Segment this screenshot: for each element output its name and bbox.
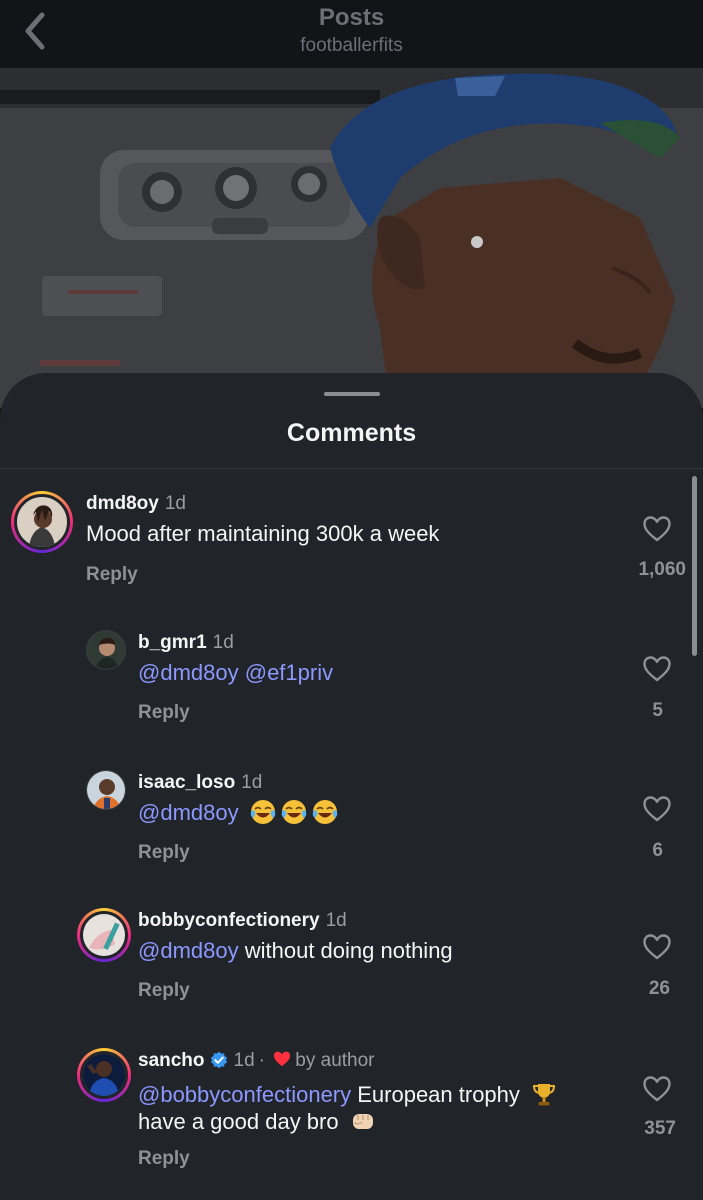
mention-link[interactable]: @ef1priv [245,660,333,685]
mention-link[interactable]: @dmd8oy [138,660,239,685]
avatar-image [80,1051,128,1099]
comment-text: @dmd8oy [138,799,338,826]
reply-item: b_gmr1 1d @dmd8oy @ef1priv Reply 5 [0,630,703,740]
timestamp: 1d [241,772,263,793]
drag-handle[interactable] [324,392,380,396]
comment-item: dmd8oy 1d Mood after maintaining 300k a w… [0,491,703,601]
mention-link[interactable]: @bobbyconfectionery [138,1082,351,1107]
timestamp: 1d [164,493,186,514]
avatar-image [80,911,128,959]
comment-text: @dmd8oy without doing nothing [138,937,453,964]
nav-title: Posts [318,4,385,31]
liked-by-author-label: by author [295,1050,375,1071]
post-video-backdrop[interactable] [0,68,703,408]
separator-dot: · [258,1050,265,1071]
avatar-image [87,771,125,809]
screen: Posts footballerfits Comments dmd8oy 1d … [0,0,703,1200]
heart-outline-icon [643,796,671,822]
heart-outline-icon [643,656,671,682]
reply-button[interactable]: Reply [86,564,138,586]
heart-outline-icon [643,516,671,542]
comment-text: @dmd8oy @ef1priv [138,659,333,686]
reply-item: sancho 1d · by author @bobbyconfectionery… [0,1048,703,1188]
comment-text: @bobbyconfectionery European trophy have… [138,1081,557,1135]
face-with-tears-of-joy-icon [281,800,307,824]
timestamp: 1d [212,632,234,653]
comment-meta: dmd8oy 1d [86,493,186,515]
avatar[interactable] [77,908,131,962]
face-with-tears-of-joy-icon [250,800,276,824]
verified-badge-icon [210,1051,227,1069]
like-button[interactable] [642,655,672,683]
like-count: 6 [652,840,663,861]
reply-button[interactable]: Reply [138,980,190,1002]
avatar[interactable] [11,491,73,553]
divider [0,468,703,469]
comment-text-body: without doing nothing [238,938,453,963]
username[interactable]: bobbyconfectionery [138,910,320,931]
avatar-image [87,631,125,669]
heart-outline-icon [643,1076,671,1102]
like-count: 357 [644,1118,676,1139]
comment-text-line2: have a good day bro [138,1109,339,1134]
reply-item: isaac_loso 1d @dmd8oy Reply 6 [0,770,703,880]
timestamp: 1d [233,1050,255,1071]
username[interactable]: dmd8oy [86,493,159,514]
username[interactable]: b_gmr1 [138,632,207,653]
comment-meta: isaac_loso 1d [138,772,262,794]
comment-text: Mood after maintaining 300k a week [86,521,440,546]
trophy-icon [533,1084,556,1106]
heart-outline-icon [643,934,671,960]
mention-link[interactable]: @dmd8oy [138,800,239,825]
like-button[interactable] [642,795,672,823]
comments-title: Comments [286,419,417,447]
top-nav-bar: Posts footballerfits [0,0,703,68]
reply-button[interactable]: Reply [138,842,190,864]
like-button[interactable] [642,1075,672,1103]
like-count: 1,060 [638,559,686,580]
nav-subtitle[interactable]: footballerfits [0,35,703,57]
comment-text-line1: European trophy [351,1082,520,1107]
username[interactable]: isaac_loso [138,772,235,793]
comment-meta: bobbyconfectionery 1d [138,910,347,932]
avatar-image [14,494,70,550]
mention-link[interactable]: @dmd8oy [138,938,239,963]
comment-meta: sancho 1d · by author [138,1050,375,1072]
like-count: 26 [648,978,670,999]
reply-button[interactable]: Reply [138,1148,190,1170]
avatar[interactable] [77,1048,131,1102]
like-button[interactable] [642,515,672,543]
like-count: 5 [652,700,663,721]
avatar[interactable] [86,630,126,670]
reply-button[interactable]: Reply [138,702,190,724]
heart-filled-icon [274,1051,291,1067]
face-with-tears-of-joy-icon [312,800,338,824]
username[interactable]: sancho [138,1050,205,1071]
oncoming-fist-icon [352,1114,373,1129]
avatar[interactable] [86,770,126,810]
reply-item: bobbyconfectionery 1d @dmd8oy without doi… [0,908,703,1018]
comment-meta: b_gmr1 1d [138,632,234,654]
like-button[interactable] [642,933,672,961]
comments-sheet: Comments dmd8oy 1d Mood after maintaining… [0,373,703,1200]
timestamp: 1d [325,910,347,931]
